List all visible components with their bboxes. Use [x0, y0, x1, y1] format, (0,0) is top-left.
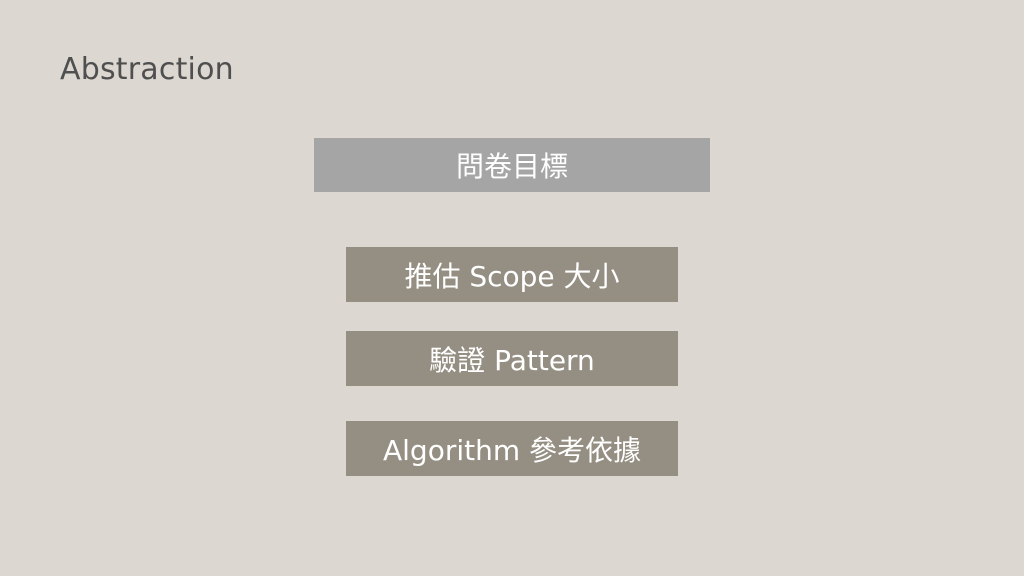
item-box-label: 驗證 Pattern: [429, 343, 595, 377]
item-box-pattern: 驗證 Pattern: [346, 331, 678, 386]
item-box-label: 推估 Scope 大小: [404, 259, 620, 293]
item-box-label: Algorithm 參考依據: [382, 433, 642, 467]
item-box-algorithm: Algorithm 參考依據: [346, 421, 678, 476]
goal-box-label: 問卷目標: [455, 150, 568, 183]
slide-title: Abstraction: [60, 52, 234, 87]
item-box-scope: 推估 Scope 大小: [346, 247, 678, 302]
goal-box: 問卷目標: [314, 138, 710, 192]
slide: Abstraction 問卷目標 推估 Scope 大小 驗證 Pattern …: [0, 0, 1024, 576]
